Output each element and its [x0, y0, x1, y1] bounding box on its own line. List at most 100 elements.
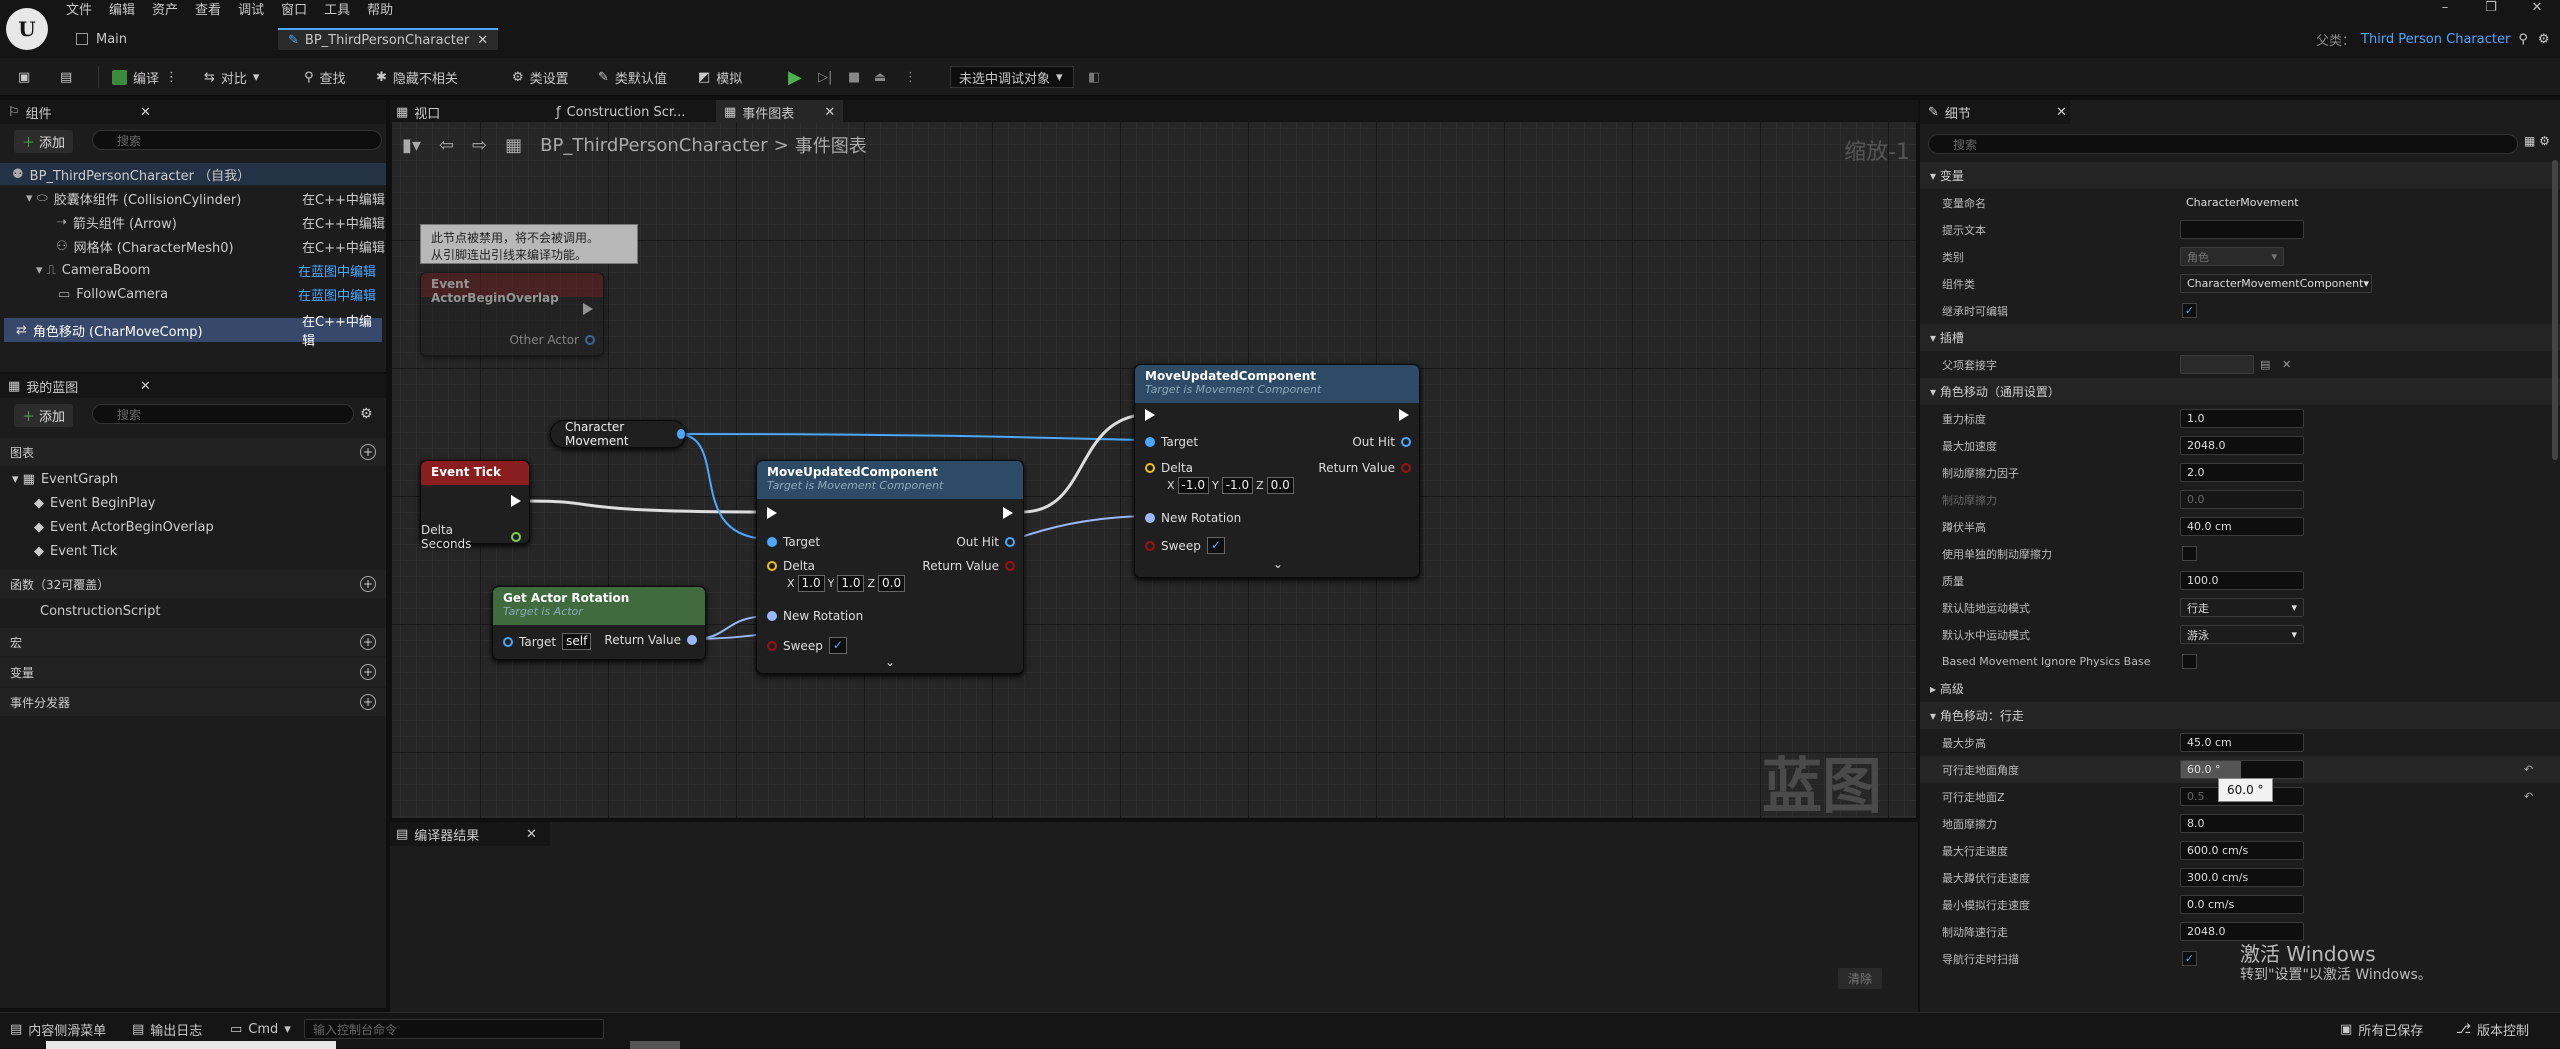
walkable-angle-field[interactable]: 60.0 ° [2180, 760, 2304, 779]
delta-seconds-pin[interactable]: Delta Seconds [421, 523, 521, 551]
save-status[interactable]: ▣ 所有已保存 [2340, 1018, 2423, 1040]
edit-in-cpp-link[interactable]: 在C++中编辑 [302, 189, 385, 208]
cmd-dropdown[interactable]: ▭ Cmd ▾ [230, 1018, 291, 1040]
details-scrollbar[interactable] [2552, 160, 2558, 460]
close-icon[interactable]: ✕ [2056, 105, 2067, 120]
more-icon[interactable]: ⋮ [904, 66, 917, 88]
browse-icon[interactable]: ▤ [2260, 358, 2270, 371]
minimize-icon[interactable]: – [2422, 0, 2468, 20]
close-icon[interactable]: ✕ [140, 105, 151, 120]
components-add-button[interactable]: ＋添加 [14, 130, 74, 153]
delta-vector-input[interactable]: X -1.0 Y -1.0 Z 0.0 [1167, 477, 1294, 494]
delta-pin[interactable]: Delta [767, 559, 815, 573]
add-function-icon[interactable]: + [360, 576, 376, 592]
search-icon[interactable]: ⚲ [2518, 32, 2528, 47]
find-button[interactable]: ⚲ 查找 [304, 66, 346, 88]
eject-icon[interactable]: ⏏ [874, 66, 886, 88]
node-move-updated-component-2[interactable]: MoveUpdatedComponent Target is Movement C… [1134, 364, 1420, 578]
reset-icon[interactable]: ↶ [2524, 790, 2533, 803]
component-row-arrow[interactable]: ➝ 箭头组件 (Arrow) 在C++中编辑 [0, 211, 386, 233]
sweep-pin[interactable]: Sweep ✓ [767, 637, 847, 654]
exec-in-pin[interactable] [767, 507, 777, 519]
add-dispatcher-icon[interactable]: + [360, 694, 376, 710]
event-item[interactable]: ◆ Event ActorBeginOverlap [0, 516, 386, 538]
menu-view[interactable]: 查看 [195, 0, 238, 22]
component-class-dropdown[interactable]: CharacterMovementComponent ▾ [2180, 274, 2372, 293]
class-settings-button[interactable]: ⚙ 类设置 [512, 66, 569, 88]
edit-in-cpp-link[interactable]: 在C++中编辑 [302, 213, 385, 232]
event-graph-canvas[interactable]: ▮▾ ⇦ ⇨ ▦ BP_ThirdPersonCharacter > 事件图表 … [392, 122, 1916, 822]
max-accel-field[interactable]: 2048.0 [2180, 436, 2304, 455]
component-row-cameraboom[interactable]: ▾ ⎍ CameraBoom 在蓝图中编辑 [0, 259, 386, 281]
category-functions[interactable]: 函数（32可覆盖） + [0, 570, 386, 598]
content-drawer-button[interactable]: ▤ 内容侧滑菜单 [10, 1018, 106, 1040]
mybp-add-button[interactable]: ＋添加 [14, 404, 74, 427]
restore-icon[interactable]: ❐ [2468, 0, 2514, 20]
menu-window[interactable]: 窗口 [281, 0, 324, 22]
component-row-charmove[interactable]: ⇄ 角色移动 (CharMoveComp) 在C++中编辑 [4, 315, 382, 349]
edit-in-blueprint-link[interactable]: 在蓝图中编辑 [298, 261, 376, 280]
menu-edit[interactable]: 编辑 [109, 0, 152, 22]
sweep-checkbox[interactable]: ✓ [828, 637, 847, 654]
target-pin[interactable]: Target self [503, 633, 592, 650]
menu-help[interactable]: 帮助 [367, 0, 410, 22]
nav-sweep-checkbox[interactable]: ✓ [2182, 951, 2197, 966]
gear-icon[interactable]: ⚙ [360, 406, 373, 422]
variable-name-field[interactable]: CharacterMovement [2180, 193, 2304, 212]
delta-vector-input[interactable]: X 1.0 Y 1.0 Z 0.0 [787, 575, 906, 592]
menu-file[interactable]: 文件 [66, 0, 109, 22]
edit-in-cpp-link[interactable]: 在C++中编辑 [302, 311, 382, 349]
delta-z-field[interactable]: 0.0 [878, 575, 906, 592]
node-move-updated-component-1[interactable]: MoveUpdatedComponent Target is Movement C… [756, 460, 1024, 674]
exec-out-pin[interactable] [583, 303, 593, 315]
delta-x-field[interactable]: 1.0 [797, 575, 825, 592]
parent-socket-field[interactable] [2180, 355, 2254, 374]
return-value-pin[interactable]: Return Value [1318, 461, 1411, 475]
close-icon[interactable]: ✕ [824, 105, 835, 120]
return-value-pin[interactable]: Return Value [604, 633, 697, 647]
diff-button[interactable]: ⇆ 对比 ▾ [204, 66, 259, 88]
new-rotation-pin[interactable]: New Rotation [767, 609, 863, 623]
clear-button[interactable]: 清除 [1838, 968, 1883, 989]
details-search-input[interactable]: 搜索 [1928, 134, 2518, 154]
mass-field[interactable]: 100.0 [2180, 571, 2304, 590]
tab-blueprint[interactable]: ✎ BP_ThirdPersonCharacter ✕ [278, 28, 499, 50]
clear-icon[interactable]: ✕ [2282, 358, 2291, 371]
section-advanced[interactable]: ▸ 高级 [1920, 675, 2560, 702]
category-variables[interactable]: 变量 + [0, 658, 386, 686]
section-movement-walking[interactable]: ▾ 角色移动：行走 [1920, 702, 2560, 729]
category-graphs[interactable]: 图表 + [0, 438, 386, 466]
tab-main[interactable]: Main [76, 28, 127, 50]
node-event-tick[interactable]: Event Tick Delta Seconds [420, 460, 530, 551]
console-input[interactable]: 输入控制台命令 [304, 1019, 604, 1039]
components-search-input[interactable]: 搜索 [92, 130, 382, 150]
delta-x-field[interactable]: -1.0 [1177, 477, 1209, 494]
sweep-pin[interactable]: Sweep ✓ [1145, 537, 1225, 554]
class-defaults-button[interactable]: ✎ 类默认值 [598, 66, 667, 88]
max-step-field[interactable]: 45.0 cm [2180, 733, 2304, 752]
node-character-movement-getter[interactable]: Character Movement [550, 420, 686, 448]
simulate-button[interactable]: ◩ 模拟 [698, 66, 742, 88]
output-pin[interactable] [676, 429, 685, 439]
close-icon[interactable]: ✕ [477, 33, 488, 48]
min-analog-field[interactable]: 0.0 cm/s [2180, 895, 2304, 914]
tooltip-field[interactable] [2180, 220, 2304, 239]
return-value-pin[interactable]: Return Value [922, 559, 1015, 573]
table-view-icon[interactable]: ▦ ⚙ [2524, 134, 2550, 148]
exec-in-pin[interactable] [1145, 409, 1155, 421]
component-row-mesh[interactable]: ⚇ 网格体 (CharacterMesh0) 在C++中编辑 [0, 235, 386, 257]
ground-friction-field[interactable]: 8.0 [2180, 814, 2304, 833]
tab-eventgraph[interactable]: ▦ 事件图表 ✕ [716, 100, 844, 124]
edit-in-blueprint-link[interactable]: 在蓝图中编辑 [298, 285, 376, 304]
add-graph-icon[interactable]: + [360, 444, 376, 460]
source-control-button[interactable]: ⎇ 版本控制 [2456, 1018, 2529, 1040]
output-log-button[interactable]: ▤ 输出日志 [132, 1018, 202, 1040]
stop-icon[interactable]: ■ [848, 66, 860, 88]
add-variable-icon[interactable]: + [360, 664, 376, 680]
reset-icon[interactable]: ↶ [2524, 763, 2533, 776]
water-mode-dropdown[interactable]: 游泳 ▾ [2180, 625, 2304, 644]
other-actor-pin[interactable]: Other Actor [510, 333, 595, 347]
close-icon[interactable]: ✕ [526, 827, 537, 842]
out-hit-pin[interactable]: Out Hit [1352, 435, 1411, 449]
node-get-actor-rotation[interactable]: Get Actor Rotation Target is Actor Target… [492, 586, 706, 660]
